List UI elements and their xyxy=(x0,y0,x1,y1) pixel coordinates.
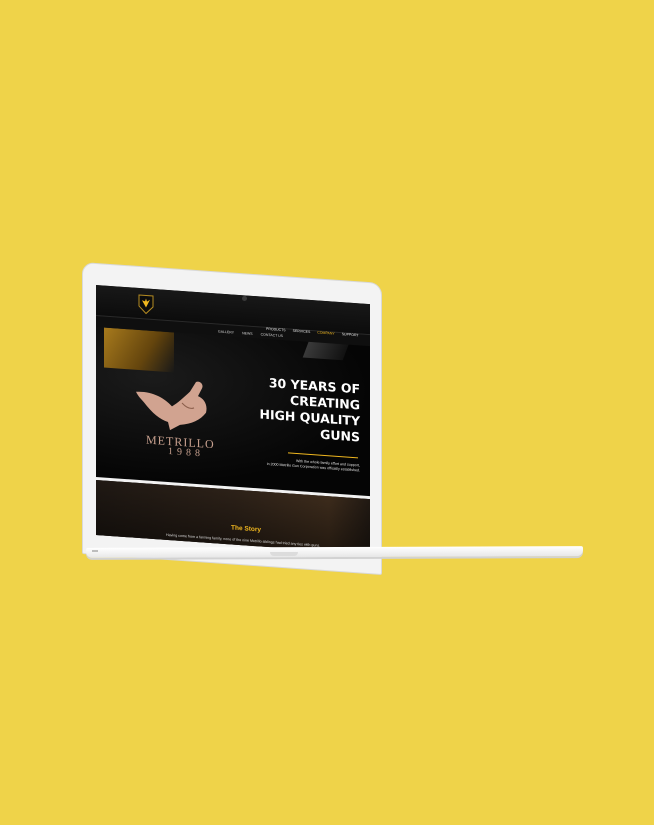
camera-icon xyxy=(242,296,247,301)
eagle-logo-icon xyxy=(136,381,207,431)
laptop-base xyxy=(86,546,583,558)
laptop-screen: PRODUCTS SERVICES COMPANY SUPPORT GALLER… xyxy=(96,285,370,555)
hero-section: METRILLO 1988 30 YEARS OF CREATING HIGH … xyxy=(96,327,370,497)
laptop-port xyxy=(92,550,98,552)
laptop-notch xyxy=(270,552,298,556)
nav-item-news[interactable]: NEWS xyxy=(242,331,253,336)
hero-title: 30 YEARS OF CREATING HIGH QUALITY GUNS xyxy=(230,372,360,445)
hero-divider xyxy=(288,452,358,459)
hero-gun-detail xyxy=(104,327,174,373)
hero-text: With the whole family effort and support… xyxy=(240,455,360,473)
brand-year: 1988 xyxy=(168,446,204,460)
eagle-shield-icon[interactable] xyxy=(138,294,154,315)
laptop-mockup: PRODUCTS SERVICES COMPANY SUPPORT GALLER… xyxy=(0,0,654,825)
